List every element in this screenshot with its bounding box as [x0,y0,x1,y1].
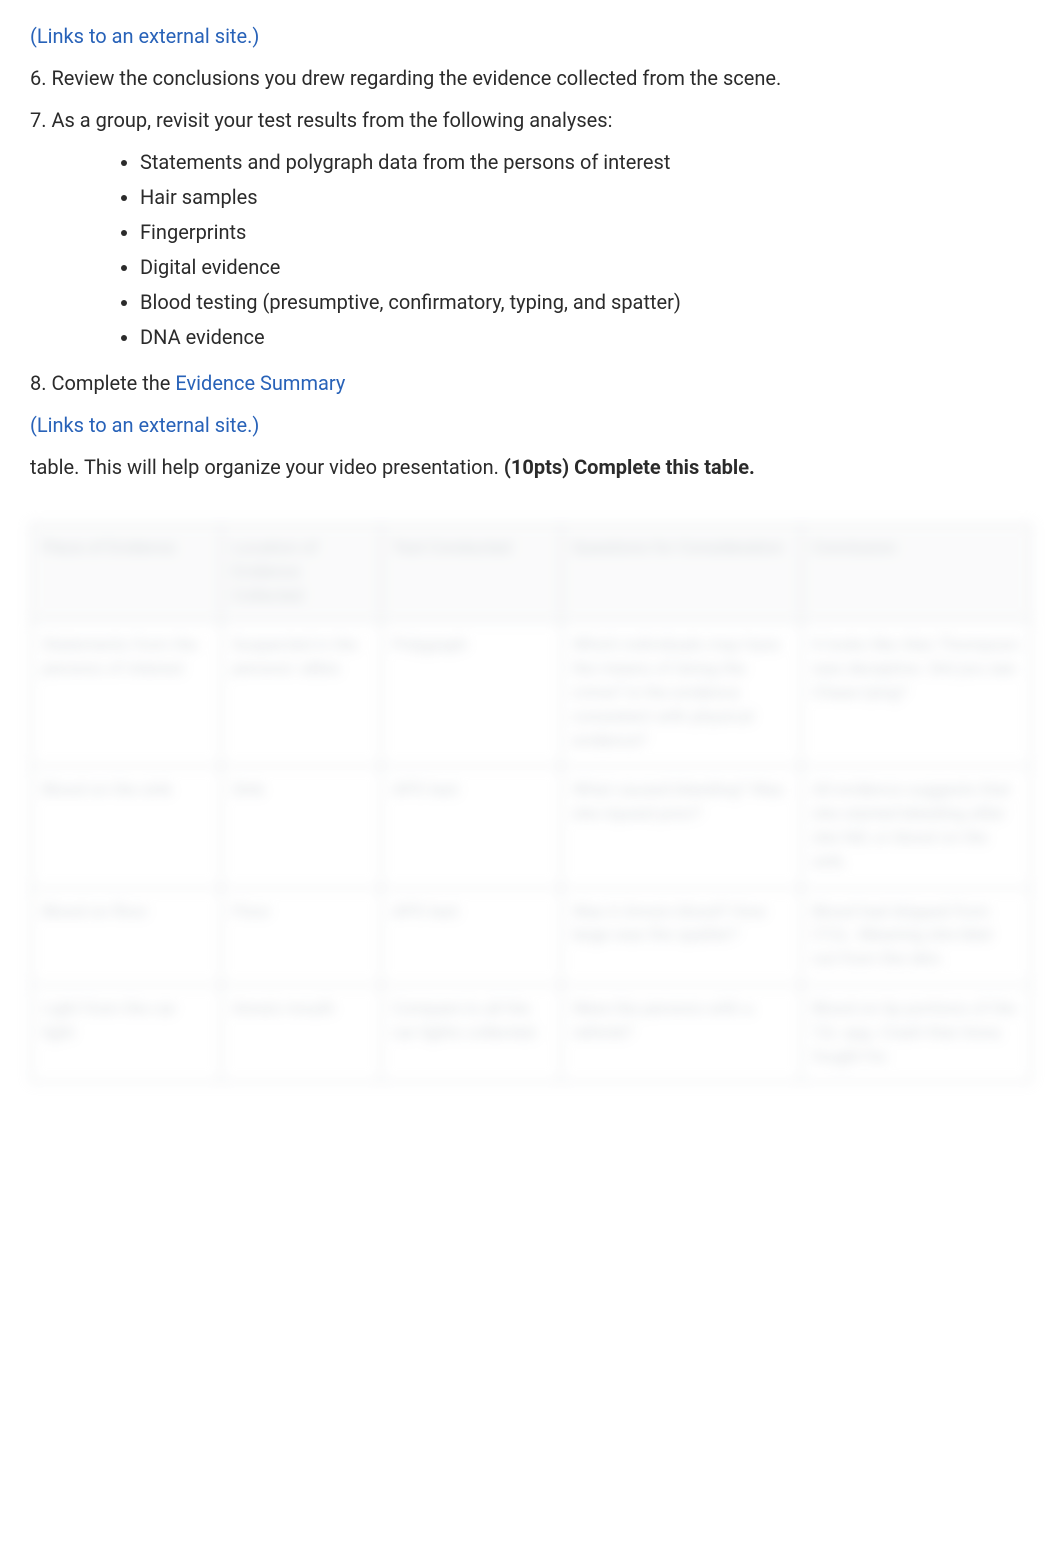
table-cell: Light from the car light [31,985,221,1082]
table-row: Statements from the persons of interest … [31,621,1031,766]
table-row: Light from the car light Anna's mouth Co… [31,985,1031,1082]
analyses-list: Statements and polygraph data from the p… [30,146,1032,353]
table-cell: Were the persons with a vehicle? [561,985,801,1082]
table-cell: APO test [381,888,561,985]
step-7: 7. As a group, revisit your test results… [30,104,1032,136]
table-cell: APO test [381,766,561,887]
evidence-table-wrap: Piece of Evidence Location of Evidence C… [30,523,1032,1083]
table-header-cell: Location of Evidence Collected [221,524,381,621]
table-instruction: table. This will help organize your vide… [30,451,1032,483]
list-item: Statements and polygraph data from the p… [140,146,1032,178]
step-6: 6. Review the conclusions you drew regar… [30,62,1032,94]
table-cell: Blood on the sink [31,766,221,887]
table-cell: Which individuals may have the means of … [561,621,801,766]
step-8-prefix: 8. Complete the [30,371,175,395]
list-item: Digital evidence [140,251,1032,283]
table-cell: What caused bleeding? Was she injured pr… [561,766,801,887]
list-item: DNA evidence [140,321,1032,353]
table-row: Blood on the sink Sink APO test What cau… [31,766,1031,887]
table-cell: Blood on floor [31,888,221,985]
table-cell: It looks like Alex Thompson was deceptiv… [801,621,1031,766]
table-header-cell: Test Conducted [381,524,561,621]
table-cell: Anna's mouth [221,985,381,1082]
external-link-note-1[interactable]: (Links to an external site.) [30,24,259,48]
table-cell: Polygraph [381,621,561,766]
table-row: Blood on floor Floor APO test Was it Ann… [31,888,1031,985]
step-8: 8. Complete the Evidence Summary [30,367,1032,399]
list-item: Fingerprints [140,216,1032,248]
table-cell: Compare to all the car lights collected. [381,985,561,1082]
table-header-cell: Conclusion [801,524,1031,621]
evidence-table: Piece of Evidence Location of Evidence C… [30,523,1032,1083]
table-instruction-prefix: table. This will help organize your vide… [30,455,504,479]
table-cell: Blood had dripped from CTJL. Meaning she… [801,888,1031,985]
list-item: Hair samples [140,181,1032,213]
external-link-note-2[interactable]: (Links to an external site.) [30,413,259,437]
table-header-cell: Piece of Evidence [31,524,221,621]
table-header-cell: Questions for Consideration [561,524,801,621]
table-cell: All evidence suggests that she started b… [801,766,1031,887]
table-cell: Suspected in the persons' alibis [221,621,381,766]
table-cell: Blood on lip portions of the TJL spg. Cr… [801,985,1031,1082]
table-cell: Statements from the persons of interest [31,621,221,766]
evidence-summary-link[interactable]: Evidence Summary [175,371,345,395]
table-cell: Floor [221,888,381,985]
table-header-row: Piece of Evidence Location of Evidence C… [31,524,1031,621]
table-cell: Was it Anna's blood? How large was the s… [561,888,801,985]
table-cell: Sink [221,766,381,887]
table-instruction-bold: (10pts) Complete this table. [504,455,755,479]
list-item: Blood testing (presumptive, confirmatory… [140,286,1032,318]
